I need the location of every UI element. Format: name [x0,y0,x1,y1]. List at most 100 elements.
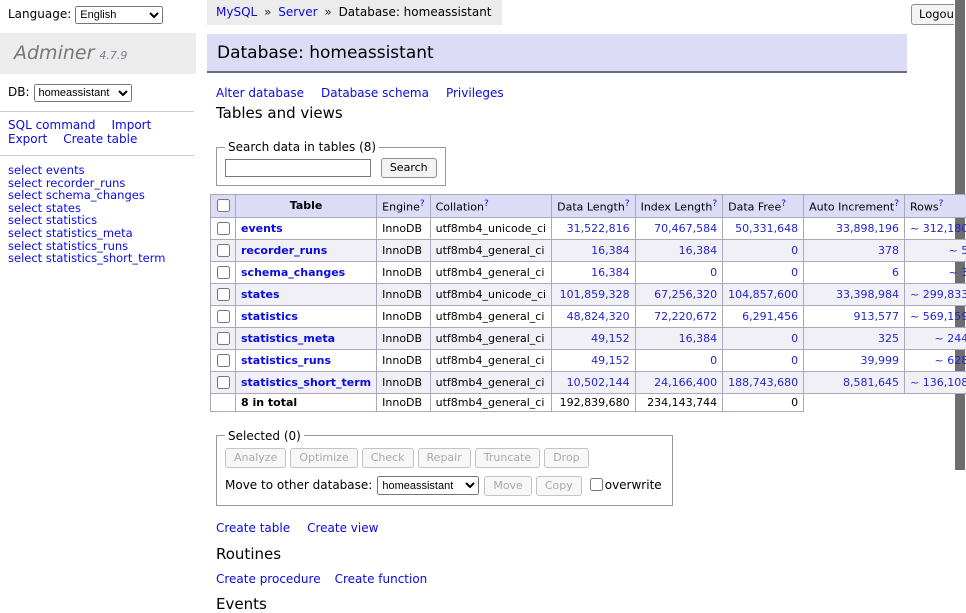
rows-count-link[interactable]: ~ 628 [934,354,966,367]
breadcrumb-server-link[interactable]: Server [278,5,317,19]
auto-increment-link[interactable]: 33,398,984 [836,288,899,301]
sidebar-select-table-link[interactable]: select statistics_short_term [8,252,196,265]
rows-count-link[interactable]: ~ 136,108 [910,376,966,389]
auto-increment-link[interactable]: 6 [892,266,899,279]
collation-cell: utf8mb4_general_ci [430,349,551,371]
data-free-link[interactable]: 188,743,680 [728,376,798,389]
index-length-link[interactable]: 70,467,584 [654,222,717,235]
index-length-link[interactable]: 72,220,672 [654,310,717,323]
overwrite-checkbox[interactable] [590,478,603,491]
selected-action-button[interactable]: Analyze [225,448,286,468]
data-free-link[interactable]: 0 [791,332,798,345]
row-checkbox[interactable] [217,354,230,367]
data-free-link[interactable]: 0 [791,244,798,257]
table-name-link[interactable]: statistics_meta [241,332,335,345]
row-checkbox[interactable] [217,266,230,279]
table-name-link[interactable]: states [241,288,280,301]
search-input[interactable] [225,159,371,177]
rows-count-link[interactable]: ~ 5 [948,244,966,257]
table-name-link[interactable]: statistics_runs [241,354,331,367]
row-checkbox[interactable] [217,376,230,389]
column-help-link[interactable]: ? [712,199,717,209]
create-link[interactable]: Create table [216,521,290,535]
index-length-link[interactable]: 24,166,400 [654,376,717,389]
sidebar-select-table-link[interactable]: select events [8,164,196,177]
selected-action-button[interactable]: Check [362,448,414,468]
index-length-link[interactable]: 16,384 [679,332,718,345]
sidebar-actions: SQL command Import Export Create table [8,119,178,146]
table-name-link[interactable]: statistics [241,310,298,323]
data-length-link[interactable]: 49,152 [591,354,630,367]
breadcrumb-mysql-link[interactable]: MySQL [216,5,257,19]
select-all-checkbox[interactable] [217,199,230,212]
data-length-link[interactable]: 49,152 [591,332,630,345]
column-help-link[interactable]: ? [420,199,425,209]
auto-increment-link[interactable]: 33,898,196 [836,222,899,235]
data-length-cell: 101,859,328 [552,283,635,305]
rows-count-link[interactable]: ~ 299,833 [910,288,966,301]
rows-count-link[interactable]: ~ 312,180 [910,222,966,235]
selected-action-button[interactable]: Truncate [475,448,540,468]
copy-button[interactable]: Copy [536,476,582,496]
row-checkbox-cell [211,261,236,283]
rows-count-link[interactable]: ~ 3 [948,266,966,279]
index-length-link[interactable]: 67,256,320 [654,288,717,301]
data-length-link[interactable]: 16,384 [591,244,630,257]
table-name-link[interactable]: statistics_short_term [241,376,371,389]
column-help-link[interactable]: ? [939,199,944,209]
auto-increment-link[interactable]: 39,999 [861,354,900,367]
row-checkbox[interactable] [217,310,230,323]
auto-increment-link[interactable]: 8,581,645 [843,376,899,389]
sidebar-action-link[interactable]: Export [8,132,47,146]
data-length-link[interactable]: 16,384 [591,266,630,279]
table-name-link[interactable]: recorder_runs [241,244,327,257]
selected-action-button[interactable]: Optimize [290,448,357,468]
data-free-link[interactable]: 0 [791,266,798,279]
db-action-link[interactable]: Privileges [446,86,504,100]
auto-increment-link[interactable]: 378 [878,244,899,257]
data-length-link[interactable]: 31,522,816 [567,222,630,235]
index-length-link[interactable]: 0 [710,354,717,367]
auto-increment-link[interactable]: 325 [878,332,899,345]
column-help-link[interactable]: ? [894,199,899,209]
data-length-link[interactable]: 10,502,144 [567,376,630,389]
language-select[interactable]: English [75,6,163,24]
row-checkbox[interactable] [217,332,230,345]
index-length-link[interactable]: 0 [710,266,717,279]
sidebar-select-table-link[interactable]: select schema_changes [8,189,196,202]
table-name-link[interactable]: schema_changes [241,266,345,279]
rows-count-link[interactable]: ~ 569,159 [910,310,966,323]
table-name-link[interactable]: events [241,222,283,235]
db-action-link[interactable]: Alter database [216,86,304,100]
sidebar-action-link[interactable]: SQL command [8,118,95,132]
row-checkbox[interactable] [217,222,230,235]
sidebar-select-table-link[interactable]: select statistics_meta [8,227,196,240]
routine-create-link[interactable]: Create function [335,572,428,586]
column-help-link[interactable]: ? [781,199,786,209]
move-db-select[interactable]: homeassistant [377,476,479,495]
db-select[interactable]: homeassistant [34,84,132,102]
index-length-link[interactable]: 16,384 [679,244,718,257]
sidebar-action-link[interactable]: Import [111,118,151,132]
data-free-link[interactable]: 50,331,648 [735,222,798,235]
create-link[interactable]: Create view [307,521,378,535]
selected-action-button[interactable]: Drop [544,448,588,468]
data-free-link[interactable]: 6,291,456 [742,310,798,323]
data-length-link[interactable]: 101,859,328 [560,288,630,301]
move-button[interactable]: Move [484,476,532,496]
data-free-link[interactable]: 104,857,600 [728,288,798,301]
column-help-link[interactable]: ? [625,199,630,209]
column-help-link[interactable]: ? [484,199,489,209]
app-name[interactable]: Adminer [14,42,94,64]
db-action-link[interactable]: Database schema [321,86,429,100]
data-free-link[interactable]: 0 [791,354,798,367]
row-checkbox[interactable] [217,288,230,301]
rows-count-link[interactable]: ~ 244 [934,332,966,345]
selected-action-button[interactable]: Repair [418,448,471,468]
row-checkbox[interactable] [217,244,230,257]
data-length-link[interactable]: 48,824,320 [567,310,630,323]
sidebar-action-link[interactable]: Create table [63,132,137,146]
routine-create-link[interactable]: Create procedure [216,572,321,586]
search-button[interactable]: Search [381,158,437,178]
auto-increment-link[interactable]: 913,577 [854,310,900,323]
